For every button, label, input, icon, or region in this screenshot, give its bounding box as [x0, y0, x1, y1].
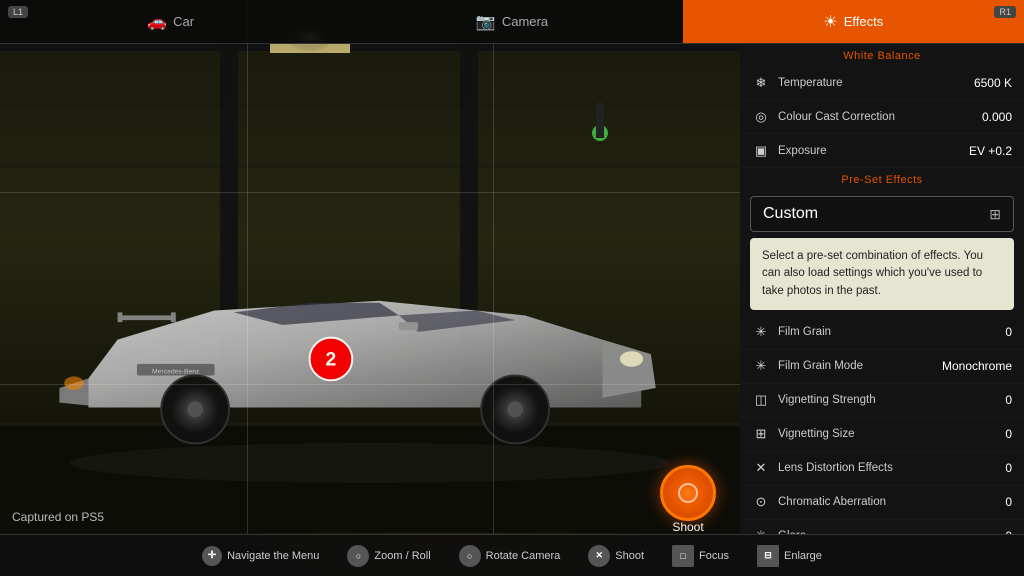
- focus-action: □ Focus: [672, 545, 729, 567]
- film-grain-mode-icon: ✳: [752, 357, 770, 375]
- focus-label: Focus: [699, 550, 729, 562]
- temperature-row: ❄ Temperature 6500 K: [740, 66, 1024, 100]
- right-panel: White Balance ❄ Temperature 6500 K ◎ Col…: [740, 44, 1024, 534]
- film-grain-mode-row: ✳ Film Grain Mode Monochrome: [740, 350, 1024, 384]
- chromatic-aberration-value: 0: [1005, 495, 1012, 509]
- bottom-bar: ✛ Navigate the Menu ○ Zoom / Roll ○ Rota…: [0, 534, 1024, 576]
- exposure-value: EV +0.2: [969, 144, 1012, 158]
- r1-badge[interactable]: R1: [994, 6, 1016, 18]
- photo-area: 2 Mercedes-Benz Captured on PS5 Shoot: [0, 0, 740, 576]
- tab-effects[interactable]: ☀ Effects: [683, 0, 1024, 43]
- zoom-action: ○ Zoom / Roll: [347, 545, 430, 567]
- glare-icon: ✳: [752, 527, 770, 534]
- chromatic-aberration-label: Chromatic Aberration: [778, 496, 1005, 508]
- film-grain-label: Film Grain: [778, 326, 1005, 338]
- touchpad-icon: ⊟: [757, 545, 779, 567]
- grid-icon: ⊞: [989, 206, 1001, 223]
- lens-distortion-value: 0: [1005, 461, 1012, 475]
- r-stick-icon: ○: [459, 545, 481, 567]
- zoom-label: Zoom / Roll: [374, 550, 430, 562]
- rotate-label: Rotate Camera: [486, 550, 561, 562]
- tab-car-label: Car: [173, 14, 194, 29]
- vignetting-size-row: ⊞ Vignetting Size 0: [740, 418, 1024, 452]
- navigate-label: Navigate the Menu: [227, 550, 319, 562]
- vignetting-strength-label: Vignetting Strength: [778, 394, 1005, 406]
- rotate-action: ○ Rotate Camera: [459, 545, 561, 567]
- lens-distortion-row: ✕ Lens Distortion Effects 0: [740, 452, 1024, 486]
- film-grain-mode-value: Monochrome: [942, 359, 1012, 373]
- film-grain-row: ✳ Film Grain 0: [740, 316, 1024, 350]
- shoot-action[interactable]: ✕ Shoot: [588, 545, 644, 567]
- vignetting-strength-value: 0: [1005, 393, 1012, 407]
- custom-dropdown[interactable]: Custom ⊞: [750, 196, 1014, 232]
- tab-camera-label: Camera: [502, 14, 548, 29]
- colour-cast-row: ◎ Colour Cast Correction 0.000: [740, 100, 1024, 134]
- enlarge-action: ⊟ Enlarge: [757, 545, 822, 567]
- colour-cast-label: Colour Cast Correction: [778, 111, 982, 123]
- vignetting-size-label: Vignetting Size: [778, 428, 1005, 440]
- square-icon: □: [672, 545, 694, 567]
- tab-camera[interactable]: 📷 Camera: [341, 0, 682, 43]
- shoot-button-label: Shoot: [659, 520, 717, 534]
- film-grain-value: 0: [1005, 325, 1012, 339]
- custom-dropdown-label: Custom: [763, 205, 989, 223]
- svg-text:2: 2: [326, 349, 337, 371]
- chromatic-aberration-row: ⊙ Chromatic Aberration 0: [740, 486, 1024, 520]
- top-navigation: L1 🚗 Car 📷 Camera ☀ Effects R1: [0, 0, 1024, 44]
- vignetting-size-value: 0: [1005, 427, 1012, 441]
- shoot-action-label: Shoot: [615, 550, 644, 562]
- car-icon: 🚗: [147, 12, 167, 32]
- glare-row: ✳ Glare 0: [740, 520, 1024, 534]
- lens-distortion-label: Lens Distortion Effects: [778, 462, 1005, 474]
- white-balance-header: White Balance: [740, 44, 1024, 66]
- tab-effects-label: Effects: [844, 14, 884, 29]
- svg-text:Mercedes-Benz: Mercedes-Benz: [152, 369, 200, 376]
- navigate-action: ✛ Navigate the Menu: [202, 546, 319, 566]
- tooltip-box: Select a pre-set combination of effects.…: [750, 238, 1014, 310]
- film-grain-icon: ✳: [752, 323, 770, 341]
- enlarge-label: Enlarge: [784, 550, 822, 562]
- colour-cast-value: 0.000: [982, 110, 1012, 124]
- exposure-row: ▣ Exposure EV +0.2: [740, 134, 1024, 168]
- tab-car[interactable]: 🚗 Car: [0, 0, 341, 43]
- film-grain-mode-label: Film Grain Mode: [778, 360, 942, 372]
- colour-cast-icon: ◎: [752, 108, 770, 126]
- temperature-label: Temperature: [778, 77, 974, 89]
- l-stick-icon: ○: [347, 545, 369, 567]
- preset-effects-header: Pre-Set Effects: [740, 168, 1024, 190]
- effects-icon: ☀: [823, 12, 837, 32]
- captured-label: Captured on PS5: [12, 510, 104, 524]
- tooltip-text: Select a pre-set combination of effects.…: [762, 250, 983, 297]
- car-svg: 2 Mercedes-Benz: [40, 262, 680, 456]
- temperature-icon: ❄: [752, 74, 770, 92]
- vignetting-strength-row: ◫ Vignetting Strength 0: [740, 384, 1024, 418]
- camera-icon: 📷: [476, 12, 496, 32]
- cross-icon: ✕: [588, 545, 610, 567]
- temperature-value: 6500 K: [974, 76, 1012, 90]
- exposure-label: Exposure: [778, 145, 969, 157]
- exposure-icon: ▣: [752, 142, 770, 160]
- dpad-icon: ✛: [202, 546, 222, 566]
- shoot-button[interactable]: [660, 465, 716, 521]
- shoot-button-inner: [678, 483, 698, 503]
- vignetting-strength-icon: ◫: [752, 391, 770, 409]
- vignetting-size-icon: ⊞: [752, 425, 770, 443]
- lens-distortion-icon: ✕: [752, 459, 770, 477]
- chromatic-aberration-icon: ⊙: [752, 493, 770, 511]
